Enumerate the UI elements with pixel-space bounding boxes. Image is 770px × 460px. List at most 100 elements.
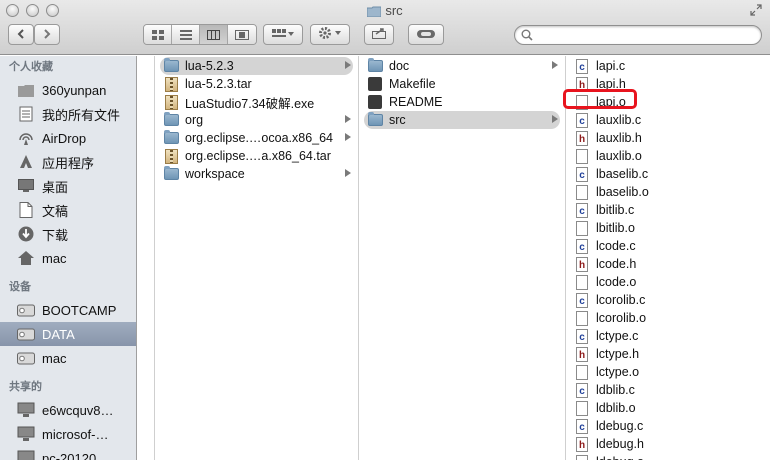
column3-row[interactable]: c ldebug.c [571, 417, 765, 435]
disk-icon [17, 326, 35, 342]
airdrop-icon [17, 130, 35, 146]
column3-row[interactable]: h lapi.h [571, 75, 765, 93]
file-name: lua-5.2.3 [185, 59, 234, 73]
header-file-icon: h [576, 256, 588, 272]
column3-row[interactable]: h lauxlib.h [571, 129, 765, 147]
sidebar-item-favorite-6[interactable]: 下载 [0, 222, 136, 246]
back-button[interactable] [8, 24, 34, 45]
browser-column-2: doc Makefile README src [359, 56, 566, 460]
document-icon [576, 184, 588, 200]
sidebar-item-label: 文稿 [42, 203, 69, 219]
column1-row[interactable]: workspace [160, 165, 353, 183]
column3-row[interactable]: c lcode.c [571, 237, 765, 255]
fullscreen-icon[interactable] [750, 4, 762, 16]
window-title: src [385, 3, 403, 18]
file-name: lbaselib.c [596, 167, 649, 181]
column1-row[interactable]: LuaStudio7.34破解.exe [160, 93, 353, 111]
disclosure-arrow-icon [552, 61, 558, 69]
file-name: LuaStudio7.34破解.exe [185, 96, 315, 111]
column3-row[interactable]: h ldebug.h [571, 435, 765, 453]
list-view-button[interactable] [172, 25, 200, 44]
sidebar-item-shared-1[interactable]: microsof-… [0, 422, 136, 446]
file-name: lua-5.2.3.tar [185, 77, 252, 91]
column3-row[interactable]: c lcorolib.c [571, 291, 765, 309]
file-icon-wrap: c [574, 202, 590, 218]
browser-column-3: c lapi.c h lapi.h lapi.o c lauxlib.c h lauxlib.h… [566, 56, 770, 460]
column3-row[interactable]: c lauxlib.c [571, 111, 765, 129]
column3-row[interactable]: lcorolib.o [571, 309, 765, 327]
column1-row[interactable]: lua-5.2.3 [160, 57, 353, 75]
icon-view-button[interactable] [144, 25, 172, 44]
column3-row[interactable]: c lbitlib.c [571, 201, 765, 219]
sidebar-item-label: pc-20120… [42, 450, 110, 460]
column3-row[interactable]: ldblib.o [571, 399, 765, 417]
coverflow-view-button[interactable] [228, 25, 256, 44]
column1-row[interactable]: org.eclipse.…a.x86_64.tar [160, 147, 353, 165]
file-icon-wrap [574, 94, 590, 110]
column2-row[interactable]: src [364, 111, 560, 129]
file-icon-wrap [163, 130, 179, 146]
column3-row[interactable]: c lbaselib.c [571, 165, 765, 183]
file-icon-wrap: c [574, 166, 590, 182]
file-icon-wrap [163, 148, 179, 164]
sidebar-item-favorite-5[interactable]: 文稿 [0, 198, 136, 222]
file-icon-wrap [367, 95, 383, 110]
arrange-button[interactable] [263, 24, 303, 45]
c-source-file-icon: c [576, 58, 588, 74]
document-icon [576, 364, 588, 380]
column3-row[interactable]: lauxlib.o [571, 147, 765, 165]
column1-row[interactable]: lua-5.2.3.tar [160, 75, 353, 93]
sidebar-item-label: AirDrop [42, 130, 87, 146]
sidebar-section-devices: 设备 [9, 281, 31, 293]
column3-row[interactable]: h lcode.h [571, 255, 765, 273]
sidebar-item-favorite-4[interactable]: 桌面 [0, 174, 136, 198]
sidebar-item-label: 桌面 [42, 179, 69, 195]
column3-row[interactable]: lapi.o [571, 93, 765, 111]
gear-icon [318, 26, 342, 43]
sidebar-item-device-1[interactable]: DATA [0, 322, 136, 346]
column-view-button[interactable] [200, 25, 228, 44]
column2-row[interactable]: Makefile [364, 75, 560, 93]
column3-row[interactable]: c ldblib.c [571, 381, 765, 399]
file-name: ldebug.o [596, 455, 644, 460]
sidebar-item-favorite-2[interactable]: AirDrop [0, 126, 136, 150]
label-button[interactable] [408, 24, 444, 45]
share-button[interactable] [364, 24, 394, 45]
column1-row[interactable]: org [160, 111, 353, 129]
column3-row[interactable]: h lctype.h [571, 345, 765, 363]
column3-row[interactable]: ldebug.o [571, 453, 765, 460]
file-icon-wrap: c [574, 58, 590, 74]
forward-button[interactable] [34, 24, 60, 45]
c-source-file-icon: c [576, 328, 588, 344]
search-field[interactable] [514, 25, 762, 45]
file-name: lctype.o [596, 365, 640, 379]
file-icon-wrap [367, 77, 383, 92]
document-icon [576, 148, 588, 164]
sidebar-item-favorite-0[interactable]: 360yunpan [0, 78, 136, 102]
sidebar-item-favorite-1[interactable]: 我的所有文件 [0, 102, 136, 126]
file-icon-wrap [163, 112, 179, 128]
folder-icon [163, 166, 179, 180]
file-name: lapi.c [596, 59, 626, 73]
share-icon [372, 27, 386, 42]
c-source-file-icon: c [576, 382, 588, 398]
column3-row[interactable]: c lctype.c [571, 327, 765, 345]
sidebar-item-device-2[interactable]: mac [0, 346, 136, 370]
column3-row[interactable]: lbitlib.o [571, 219, 765, 237]
column1-row[interactable]: org.eclipse.…ocoa.x86_64 [160, 129, 353, 147]
action-button[interactable] [310, 24, 350, 45]
column3-row[interactable]: c lapi.c [571, 57, 765, 75]
file-icon-wrap: c [574, 112, 590, 128]
sidebar-item-favorite-7[interactable]: mac [0, 246, 136, 270]
column3-row[interactable]: lctype.o [571, 363, 765, 381]
sidebar-item-favorite-3[interactable]: 应用程序 [0, 150, 136, 174]
disclosure-arrow-icon [345, 115, 351, 123]
file-icon-wrap: c [574, 382, 590, 398]
column3-row[interactable]: lcode.o [571, 273, 765, 291]
sidebar-item-shared-0[interactable]: e6wcquv8… [0, 398, 136, 422]
column2-row[interactable]: README [364, 93, 560, 111]
sidebar-item-shared-2[interactable]: pc-20120… [0, 446, 136, 460]
sidebar-item-device-0[interactable]: BOOTCAMP [0, 298, 136, 322]
column3-row[interactable]: lbaselib.o [571, 183, 765, 201]
column2-row[interactable]: doc [364, 57, 560, 75]
